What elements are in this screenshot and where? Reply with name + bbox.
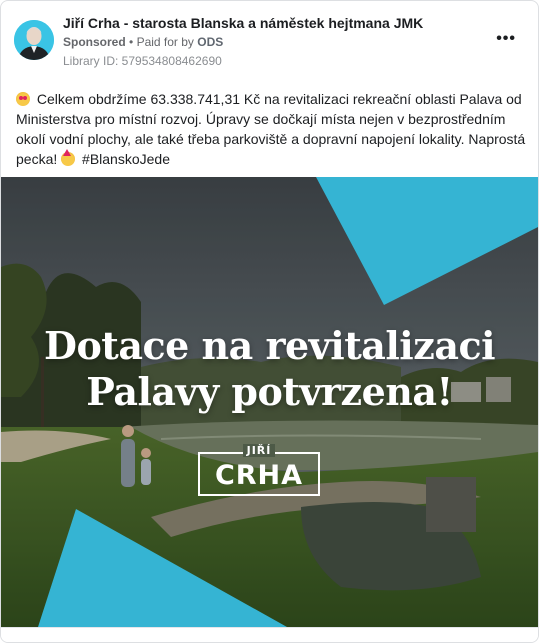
more-options-icon[interactable]: ••• xyxy=(496,31,516,47)
portrait-icon xyxy=(14,20,54,60)
card-footer xyxy=(1,627,538,642)
creative-headline: Dotace na revitalizaci Palavy potvrzena! xyxy=(1,323,538,415)
library-id: Library ID: 579534808462690 xyxy=(63,54,222,68)
headline-line-2: Palavy potvrzena! xyxy=(86,369,453,414)
paid-for-prefix: Paid for by xyxy=(136,35,194,49)
party-face-emoji-icon xyxy=(61,149,76,166)
logo-last-name: CRHA xyxy=(214,460,304,491)
meta-separator: • xyxy=(129,35,134,49)
ad-creative-image[interactable]: Dotace na revitalizaci Palavy potvrzena!… xyxy=(1,177,538,627)
advertiser-name[interactable]: Jiří Crha - starosta Blanska a náměstek … xyxy=(63,15,423,31)
logo-first-name: JIŘÍ xyxy=(242,444,276,457)
paid-for-by[interactable]: ODS xyxy=(197,35,223,49)
advertiser-avatar[interactable] xyxy=(14,20,54,60)
sponsored-label: Sponsored xyxy=(63,35,126,49)
hashtag-link[interactable]: #BlanskoJede xyxy=(82,151,170,167)
sponsored-meta: Sponsored • Paid for by ODS xyxy=(63,35,223,49)
ad-card: Jiří Crha - starosta Blanska a náměstek … xyxy=(0,0,539,643)
heart-eyes-emoji-icon xyxy=(16,92,30,106)
headline-line-1: Dotace na revitalizaci xyxy=(43,323,496,368)
ad-body-text: Celkem obdržíme 63.338.741,31 Kč na revi… xyxy=(16,89,528,169)
crha-logo: JIŘÍ CRHA xyxy=(198,444,320,496)
